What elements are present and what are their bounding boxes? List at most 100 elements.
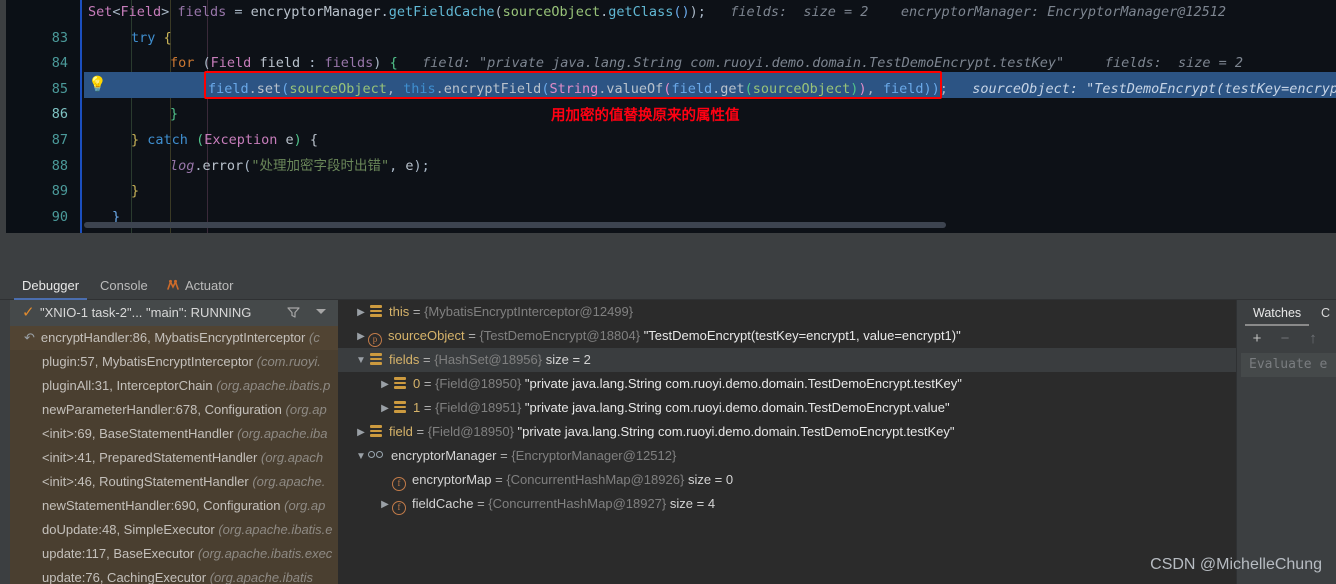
variable-row-sourceObject[interactable]: ▶ p sourceObject = {TestDemoEncrypt@18804}… [338, 324, 1236, 348]
minus-label: − [1280, 330, 1290, 347]
frame-row[interactable]: newStatementHandler:690, Configuration (… [10, 494, 338, 518]
expand-arrow-icon[interactable]: ▶ [354, 325, 368, 349]
code-line-90[interactable]: 90 } [0, 179, 1336, 225]
tab-console[interactable]: Console [92, 271, 156, 300]
check-icon: ✓ [22, 304, 35, 321]
variable-name: 1 [413, 400, 421, 415]
variable-name: fieldCache [412, 496, 474, 511]
variable-name: 0 [413, 376, 421, 391]
object-list-icon [368, 304, 384, 318]
plus-icon[interactable]: + [1247, 329, 1267, 349]
frame-method: <init>:69, BaseStatementHandler [42, 426, 234, 441]
evaluate-expression-input[interactable]: Evaluate e [1241, 353, 1336, 377]
equals-sign: = [495, 472, 503, 487]
variables-panel[interactable]: ▶ this = {MybatisEncryptInterceptor@12499… [338, 300, 1236, 584]
collapse-arrow-icon[interactable]: ▼ [354, 445, 368, 469]
variable-row-this[interactable]: ▶ this = {MybatisEncryptInterceptor@12499… [338, 300, 1236, 324]
field-glasses-icon [368, 448, 386, 462]
tab-watches-label: Watches [1253, 306, 1302, 320]
debug-tabbar: Debugger Console Actuator [0, 271, 1336, 300]
variable-ref: {Field@18950} [435, 376, 522, 391]
variable-row-fields[interactable]: ▼ fields = {HashSet@18956} size = 2 [338, 348, 1236, 372]
watches-tabbar: Watches C [1237, 300, 1336, 326]
frame-package: (org.apache.ibatis [209, 570, 314, 584]
variable-name: sourceObject [388, 328, 465, 343]
frame-row[interactable]: newParameterHandler:678, Configuration (… [10, 398, 338, 422]
code-editor[interactable]: 83 Set<Field> fields = encryptorManager.… [0, 0, 1336, 233]
tab-actuator[interactable]: Actuator [158, 271, 241, 300]
tab-actuator-label: Actuator [185, 278, 234, 293]
variable-row-0[interactable]: ▶ 0 = {Field@18950} "private java.lang.St… [338, 372, 1236, 396]
debug-panel: Debugger Console Actuator ✓ "XNIO-1 task… [0, 233, 1336, 584]
frame-package: (org.apache.ibatis.e [218, 522, 333, 537]
equals-sign: = [422, 352, 431, 367]
frame-row[interactable]: plugin:57, MybatisEncryptInterceptor (co… [10, 350, 338, 374]
code-line-89[interactable]: 89 log.error("处理加密字段时出错", e); [0, 154, 1336, 200]
collapse-arrow-icon[interactable]: ▼ [354, 349, 368, 373]
variable-value: "private java.lang.String com.ruoyi.demo… [524, 376, 962, 391]
variable-ref: {EncryptorManager@12512} [511, 448, 677, 463]
frame-row[interactable]: <init>:69, BaseStatementHandler (org.apa… [10, 422, 338, 446]
frame-row[interactable]: <init>:46, RoutingStatementHandler (org.… [10, 470, 338, 494]
editor-horizontal-scrollbar[interactable] [84, 222, 946, 228]
frame-row[interactable]: update:117, BaseExecutor (org.apache.iba… [10, 542, 338, 566]
frame-method: <init>:41, PreparedStatementHandler [42, 450, 258, 465]
variable-ref: {HashSet@18956} [434, 352, 543, 367]
filter-icon[interactable] [286, 305, 302, 321]
code-line-83[interactable]: 83 Set<Field> fields = encryptorManager.… [0, 0, 1336, 46]
frame-row[interactable]: pluginAll:31, InterceptorChain (org.apac… [10, 374, 338, 398]
variable-size: size = 0 [687, 472, 734, 487]
parameter-icon: p [368, 333, 382, 347]
variable-ref: {Field@18950} [427, 424, 514, 439]
frame-method: encryptHandler:86, MybatisEncryptInterce… [40, 330, 306, 345]
field-icon: f [392, 477, 406, 491]
variable-row-encryptorMap[interactable]: ▶f encryptorMap = {ConcurrentHashMap@1892… [338, 468, 1236, 492]
equals-sign: = [416, 424, 425, 439]
code-line-86[interactable]: 86 field.set(sourceObject, this.encryptF… [0, 77, 1336, 123]
code-text: log.error("处理加密字段时出错", e); [170, 157, 430, 174]
object-list-icon [392, 400, 408, 414]
annotation-text: 用加密的值替换原来的属性值 [551, 108, 740, 124]
code-text: } catch (Exception e) { [131, 132, 319, 148]
variable-size: size = 2 [545, 352, 591, 367]
equals-sign: = [477, 496, 485, 511]
frame-row[interactable]: ↶ encryptHandler:86, MybatisEncryptInterc… [10, 326, 338, 350]
expand-arrow-icon[interactable]: ▶ [354, 421, 368, 445]
minus-icon[interactable]: − [1275, 329, 1295, 349]
tab-debugger[interactable]: Debugger [14, 271, 88, 300]
expand-arrow-icon[interactable]: ▶ [378, 373, 392, 397]
variable-ref: {ConcurrentHashMap@18927} [488, 496, 667, 511]
evaluate-placeholder: Evaluate e [1249, 357, 1328, 372]
code-line-88[interactable]: 88 } catch (Exception e) { [0, 128, 1336, 174]
code-line-84[interactable]: 84 try { [0, 26, 1336, 72]
thread-selector[interactable]: ✓ "XNIO-1 task-2"... "main": RUNNING [10, 300, 338, 326]
variable-row-fieldCache[interactable]: ▶ f fieldCache = {ConcurrentHashMap@18927}… [338, 492, 1236, 516]
variable-name: field [389, 424, 413, 439]
expand-arrow-icon[interactable]: ▶ [378, 493, 392, 517]
tab-watches-overflow[interactable]: C [1313, 300, 1336, 326]
variable-row-1[interactable]: ▶ 1 = {Field@18951} "private java.lang.St… [338, 396, 1236, 420]
frame-package: (com.ruoyi. [256, 354, 321, 369]
frame-row[interactable]: update:76, CachingExecutor (org.apache.i… [10, 566, 338, 584]
code-line-85[interactable]: 85 for (Field field : fields) { field: "… [0, 51, 1336, 97]
code-text: field.set(sourceObject, this.encryptFiel… [208, 80, 1336, 97]
variable-value: "private java.lang.String com.ruoyi.demo… [517, 424, 955, 439]
expand-arrow-icon[interactable]: ▶ [354, 301, 368, 325]
arrow-up-icon[interactable]: ↑ [1303, 329, 1323, 349]
variable-ref: {TestDemoEncrypt@18804} [479, 328, 641, 343]
tab-watches[interactable]: Watches [1245, 300, 1310, 326]
variable-size: size = 4 [669, 496, 716, 511]
code-text: for (Field field : fields) { field: "pri… [170, 55, 1243, 72]
frame-method: plugin:57, MybatisEncryptInterceptor [42, 354, 253, 369]
frame-method: pluginAll:31, InterceptorChain [42, 378, 213, 393]
variable-row-encryptorManager[interactable]: ▼ encryptorManager = {EncryptorManager@12… [338, 444, 1236, 468]
frame-package: (org.apach [260, 450, 324, 465]
chevron-down-icon[interactable] [316, 309, 326, 314]
arrow-down-icon[interactable]: ↓ [1329, 329, 1336, 349]
expand-arrow-icon[interactable]: ▶ [378, 397, 392, 421]
lightbulb-icon[interactable]: 💡 [88, 75, 107, 94]
variable-row-field[interactable]: ▶ field = {Field@18950} "private java.lan… [338, 420, 1236, 444]
frame-row[interactable]: doUpdate:48, SimpleExecutor (org.apache.… [10, 518, 338, 542]
frames-list[interactable]: ↶ encryptHandler:86, MybatisEncryptInterc… [10, 326, 338, 584]
frame-row[interactable]: <init>:41, PreparedStatementHandler (org… [10, 446, 338, 470]
